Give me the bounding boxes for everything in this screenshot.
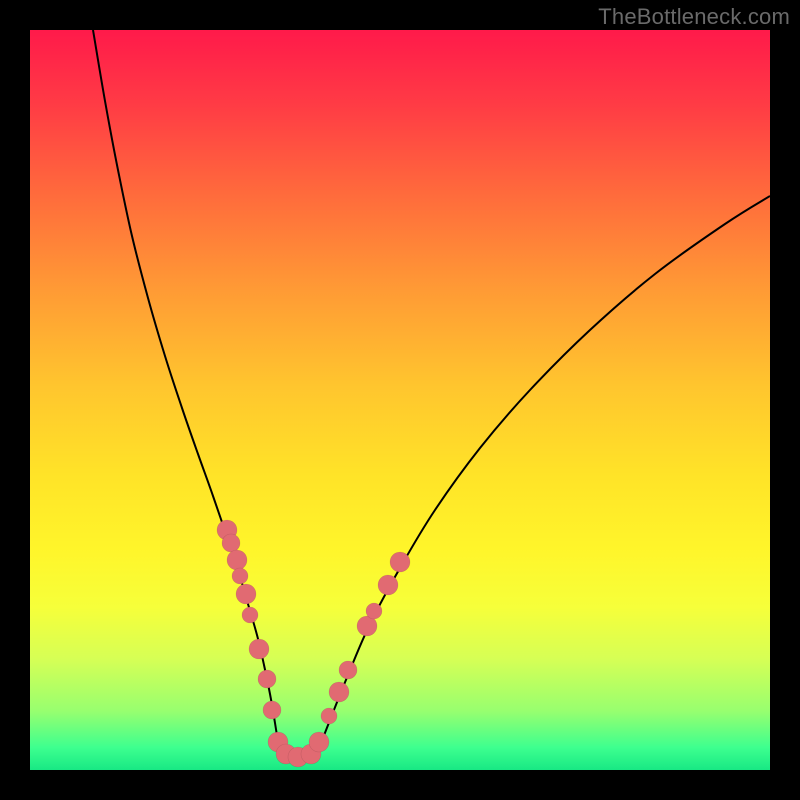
data-dot xyxy=(339,661,357,679)
data-dot xyxy=(222,534,240,552)
data-dot xyxy=(329,682,349,702)
data-dot xyxy=(249,639,269,659)
data-dots xyxy=(217,520,410,767)
data-dot xyxy=(227,550,247,570)
data-dot xyxy=(242,607,258,623)
watermark-text: TheBottleneck.com xyxy=(598,4,790,30)
curve-right-branch xyxy=(318,196,771,752)
data-dot xyxy=(390,552,410,572)
data-dot xyxy=(258,670,276,688)
data-dot xyxy=(236,584,256,604)
bottleneck-plot xyxy=(30,30,770,770)
data-dot xyxy=(366,603,382,619)
chart-frame xyxy=(30,30,770,770)
data-dot xyxy=(232,568,248,584)
data-dot xyxy=(263,701,281,719)
data-dot xyxy=(378,575,398,595)
data-dot xyxy=(309,732,329,752)
data-dot xyxy=(321,708,337,724)
